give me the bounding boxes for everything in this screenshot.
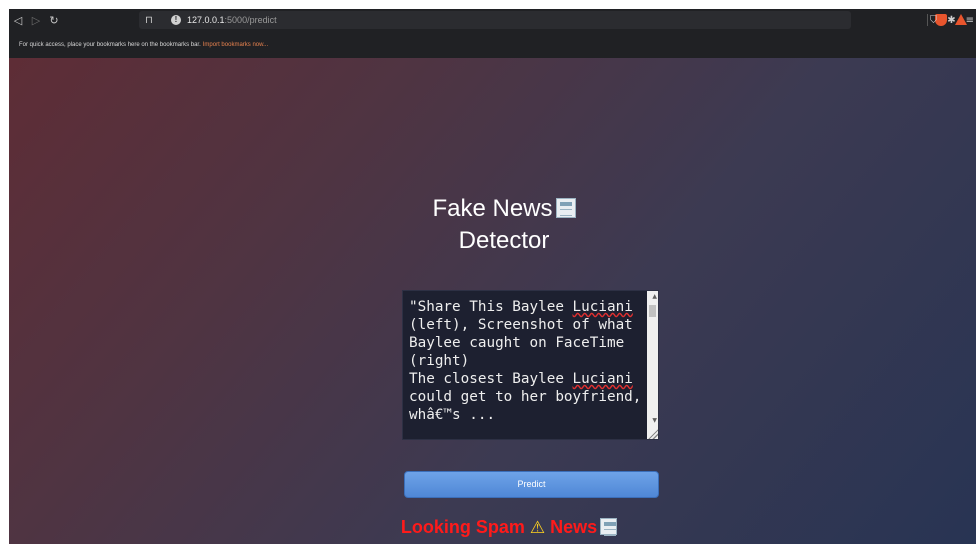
resize-handle-icon[interactable] <box>647 428 658 439</box>
scroll-up-icon[interactable]: ▲ <box>652 293 657 300</box>
site-info-icon[interactable]: ! <box>171 15 181 25</box>
forward-icon[interactable]: ▷ <box>27 11 45 29</box>
url-path: :5000/predict <box>224 15 277 25</box>
news-text-content[interactable]: "Share This Baylee Luciani (left), Scree… <box>409 298 645 424</box>
predict-button[interactable]: Predict <box>404 471 659 498</box>
text-segment: "Share This Baylee <box>409 299 573 315</box>
bookmarks-bar: For quick access, place your bookmarks h… <box>9 31 976 58</box>
browser-toolbar: ◁ ▷ ↻ ⊓ ! 127.0.0.1:5000/predict ⛉ ✱ ≡ <box>9 9 976 31</box>
text-segment-misspelled: Luciani <box>572 371 633 387</box>
address-bar[interactable]: ⊓ ! 127.0.0.1:5000/predict <box>139 11 967 29</box>
warning-icon: ⚠ <box>529 518 546 538</box>
left-border <box>0 0 9 544</box>
reload-icon[interactable]: ↻ <box>45 11 63 29</box>
menu-icon[interactable]: ≡ <box>966 15 974 26</box>
toolbar-right-icons: ⛉ ✱ ≡ <box>930 9 976 31</box>
newspaper-icon <box>600 518 618 536</box>
bookmark-icon[interactable]: ⊓ <box>145 11 153 29</box>
scroll-thumb[interactable] <box>649 305 656 317</box>
scroll-down-icon[interactable]: ▼ <box>652 417 657 424</box>
back-icon[interactable]: ◁ <box>9 11 27 29</box>
page-title: Fake News Detector <box>389 193 619 257</box>
address-bar-divider <box>927 14 928 26</box>
vpn-shield-icon[interactable]: ⛉ <box>930 15 938 26</box>
url-text[interactable]: 127.0.0.1:5000/predict <box>187 11 277 29</box>
prediction-result: Looking Spam ⚠ News <box>339 514 679 541</box>
extensions-icon[interactable]: ✱ <box>947 15 955 26</box>
news-text-input[interactable]: "Share This Baylee Luciani (left), Scree… <box>402 290 659 440</box>
newspaper-icon <box>555 198 576 218</box>
text-segment: could get to her boyfriend, whâ€™s ... <box>409 389 642 423</box>
result-label-news: News <box>550 517 598 537</box>
import-bookmarks-link[interactable]: Import bookmarks now... <box>203 42 268 48</box>
result-label: Looking Spam <box>400 517 525 537</box>
title-line-2: Detector <box>458 227 550 254</box>
title-line-1: Fake News <box>432 195 553 222</box>
page-content: Fake News Detector "Share This Baylee Lu… <box>9 58 976 544</box>
textarea-scrollbar[interactable]: ▲ ▼ <box>647 291 658 439</box>
bookmarks-bar-message: For quick access, place your bookmarks h… <box>19 41 201 48</box>
url-host: 127.0.0.1 <box>187 15 225 25</box>
text-segment-misspelled: Luciani <box>572 299 633 315</box>
